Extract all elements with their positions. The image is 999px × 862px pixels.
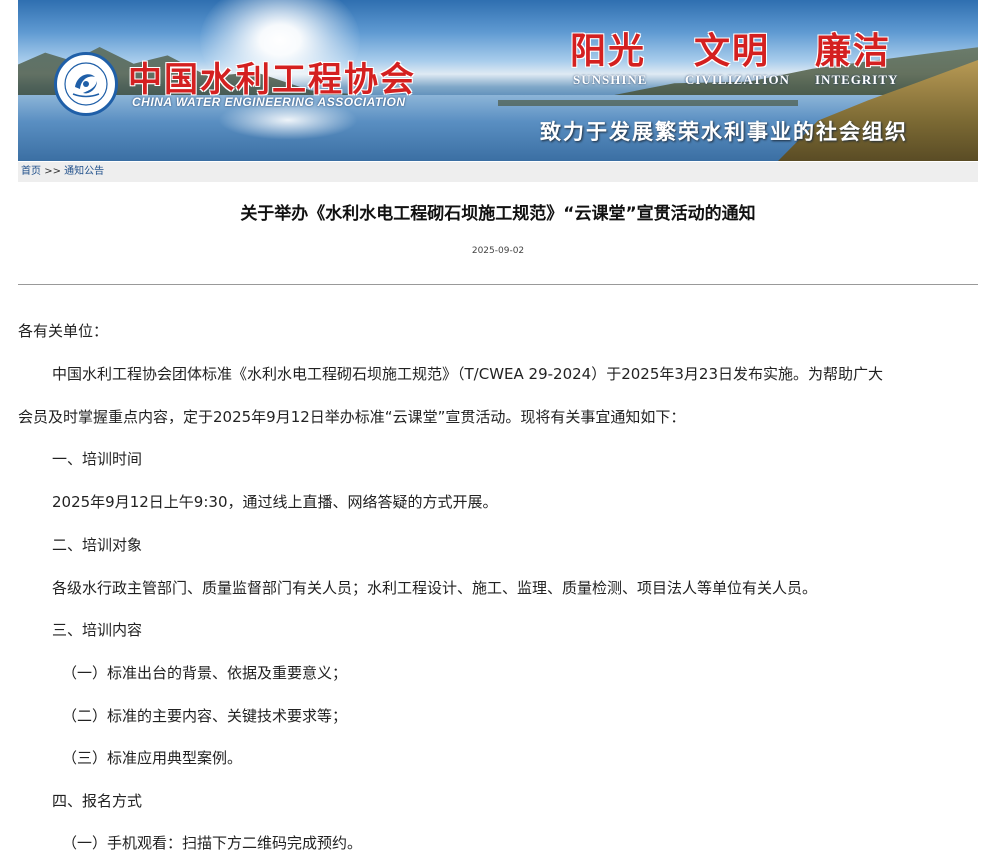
- content-list-item: （三）标准应用典型案例。: [62, 749, 243, 767]
- intro-paragraph-line-2: 会员及时掌握重点内容，定于2025年9月12日举办标准“云课堂”宣贯活动。现将有…: [18, 408, 686, 426]
- logo-chinese-name[interactable]: 中国水利工程协会: [128, 52, 416, 101]
- breadcrumb-notices-link[interactable]: 通知公告: [64, 166, 104, 177]
- banner-motto: 致力于发展繁荣水利事业的社会组织: [540, 120, 908, 144]
- slogan-integrity-en: INTEGRITY: [815, 72, 899, 87]
- logo-english-name: CHINA WATER ENGINEERING ASSOCIATION: [132, 95, 406, 109]
- breadcrumb: 首页 >> 通知公告: [18, 162, 978, 182]
- section-heading-content: 三、培训内容: [52, 621, 143, 639]
- section-heading-time: 一、培训时间: [52, 450, 143, 468]
- site-banner: 中国水利工程协会 CHINA WATER ENGINEERING ASSOCIA…: [18, 0, 978, 161]
- section-text-audience: 各级水行政主管部门、质量监督部门有关人员；水利工程设计、施工、监理、质量检测、项…: [52, 579, 818, 597]
- content-list-item: （一）标准出台的背景、依据及重要意义；: [62, 664, 348, 682]
- section-heading-audience: 二、培训对象: [52, 536, 143, 554]
- title-divider: [18, 284, 978, 285]
- slogan-sunshine: 阳光: [570, 30, 647, 72]
- content-list-item: （二）标准的主要内容、关键技术要求等；: [62, 707, 348, 725]
- salutation: 各有关单位：: [18, 322, 109, 340]
- slogan-sunshine-en: SUNSHINE: [573, 72, 648, 87]
- breadcrumb-separator: >>: [44, 166, 61, 177]
- logo-emblem-icon: [64, 62, 108, 106]
- section-heading-registration: 四、报名方式: [52, 792, 143, 810]
- registration-item-mobile: （一）手机观看：扫描下方二维码完成预约。: [62, 834, 363, 852]
- association-logo-icon[interactable]: [54, 52, 118, 116]
- slogan-civilization-en: CIVILIZATION: [685, 72, 790, 87]
- breadcrumb-home-link[interactable]: 首页: [21, 166, 41, 177]
- article-date: 2025-09-02: [471, 246, 525, 256]
- slogan-integrity: 廉洁: [815, 30, 892, 72]
- article-title: 关于举办《水利水电工程砌石坝施工规范》“云课堂”宣贯活动的通知: [240, 204, 756, 224]
- slogan-civilization: 文明: [694, 30, 771, 72]
- section-text-time: 2025年9月12日上午9:30，通过线上直播、网络答疑的方式开展。: [52, 493, 498, 511]
- shoreline: [498, 100, 798, 106]
- intro-paragraph-line-1: 中国水利工程协会团体标准《水利水电工程砌石坝施工规范》（T/CWEA 29-20…: [52, 365, 884, 383]
